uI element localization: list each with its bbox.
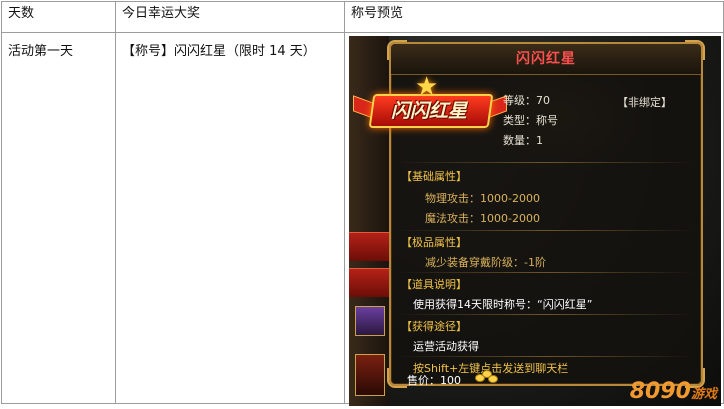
divider [397, 272, 695, 273]
bind-status: 【非绑定】 [617, 96, 672, 109]
red-button-bar [349, 232, 389, 261]
site-watermark: 8090游戏 [630, 379, 717, 404]
coin-icon [475, 370, 499, 384]
physical-attack: 物理攻击：1000-2000 [425, 192, 540, 205]
title-preview-image: 闪闪红星 ★ 闪闪红星 等级：70 类型：称号 【非绑定】 数量：1 【基础属性… [349, 36, 721, 406]
red-button-bar [349, 268, 389, 297]
magic-attack: 魔法攻击：1000-2000 [425, 212, 540, 225]
price-label: 售价：100 [407, 374, 461, 387]
cell-prize: 【称号】闪闪红星（限时 14 天） [115, 32, 345, 404]
equip-requirement: 减少装备穿戴阶级：-1阶 [425, 256, 546, 269]
divider [397, 314, 695, 315]
inventory-slot [355, 306, 385, 336]
type-label: 类型：称号 [503, 114, 558, 127]
item-tooltip: 闪闪红星 ★ 闪闪红星 等级：70 类型：称号 【非绑定】 数量：1 【基础属性… [353, 40, 705, 388]
obtain-text: 运营活动获得 [413, 340, 479, 353]
header-prize: 今日幸运大奖 [115, 1, 345, 33]
watermark-text: 游戏 [690, 387, 717, 402]
divider [397, 162, 695, 163]
level-label: 等级：70 [503, 94, 550, 107]
badge-text: 闪闪红星 [390, 100, 467, 122]
section-premium-attr: 【极品属性】 [401, 236, 467, 249]
tooltip-title: 闪闪红星 [391, 44, 701, 75]
header-day: 天数 [1, 1, 116, 33]
divider [397, 230, 695, 231]
table-header-row: 天数 今日幸运大奖 称号预览 [1, 1, 724, 33]
quantity-label: 数量：1 [503, 134, 543, 147]
watermark-number: 8090 [629, 379, 691, 404]
frame-corner [387, 368, 407, 388]
item-desc-text: 使用获得14天限时称号：“闪闪红星” [413, 298, 593, 311]
header-preview: 称号预览 [344, 1, 724, 33]
section-base-attr: 【基础属性】 [401, 170, 467, 183]
inventory-slot [355, 354, 385, 396]
divider [397, 356, 695, 357]
section-obtain: 【获得途径】 [401, 320, 467, 333]
section-item-desc: 【道具说明】 [401, 278, 467, 291]
title-badge-icon: ★ 闪闪红星 [353, 72, 507, 134]
cell-day: 活动第一天 [1, 32, 116, 404]
